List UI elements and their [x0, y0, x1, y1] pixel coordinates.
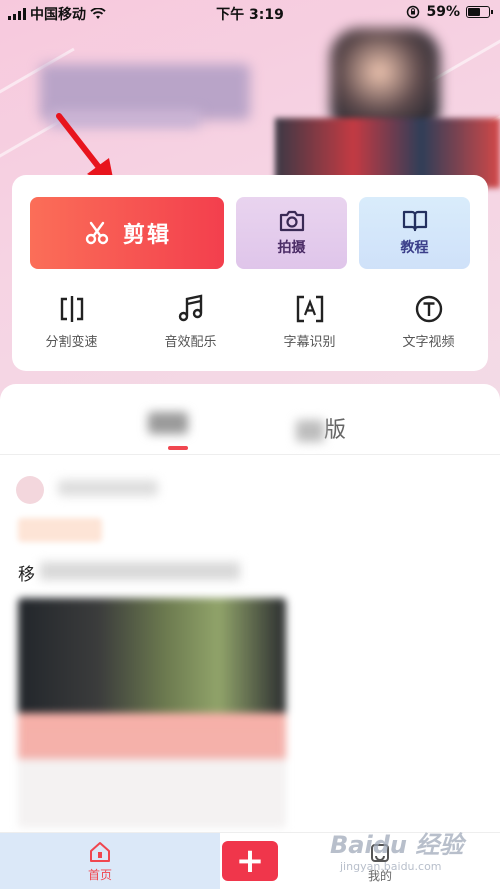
post-author-name-blurred[interactable] — [58, 480, 158, 496]
course-button[interactable]: 教程 — [359, 197, 470, 269]
tool-label: 字幕识别 — [283, 335, 336, 350]
tab-label-blurred — [148, 412, 188, 434]
battery-level — [468, 8, 480, 16]
tab-home-label: 首页 — [87, 868, 112, 882]
watermark-url: jingyan.baidu.com — [340, 860, 442, 873]
shoot-button[interactable]: 拍摄 — [236, 197, 347, 269]
home-icon — [90, 842, 110, 862]
watermark: Baidu 经验 jingyan.baidu.com — [330, 814, 480, 884]
shoot-button-label: 拍摄 — [277, 240, 306, 256]
tool-subtitle-recognize[interactable]: 字幕识别 — [250, 293, 369, 350]
tools-card: 剪辑 拍摄 教程 分割变速 音效配乐 字幕识别 文字视频 — [12, 175, 488, 371]
scissors-icon — [85, 221, 109, 245]
tool-text-video[interactable]: 文字视频 — [369, 293, 488, 350]
camera-icon — [279, 210, 304, 232]
status-bar: 中国移动 下午 3:19 59% — [0, 0, 500, 26]
tab-template[interactable]: 版 — [296, 412, 346, 444]
tool-label: 音效配乐 — [164, 335, 217, 350]
orientation-lock-icon — [407, 5, 420, 19]
status-right-group: 59% — [406, 4, 493, 20]
tool-label: 文字视频 — [402, 335, 455, 350]
subtitle-recognize-icon — [296, 295, 323, 323]
plus-icon: + — [235, 841, 265, 881]
course-button-label: 教程 — [400, 240, 429, 256]
tool-shortcut-row: 分割变速 音效配乐 字幕识别 文字视频 — [12, 293, 488, 350]
tab-label-blurred — [296, 420, 324, 442]
divider — [0, 454, 500, 455]
battery-percent: 59% — [426, 4, 460, 20]
active-tab-indicator — [168, 446, 188, 450]
post-cover-image[interactable] — [18, 598, 286, 828]
create-button[interactable]: + — [222, 841, 278, 881]
text-video-icon — [415, 295, 442, 323]
split-speed-icon — [60, 296, 83, 322]
tab-recommend-blurred[interactable] — [148, 412, 188, 440]
book-icon — [402, 210, 427, 232]
edit-button[interactable]: 剪辑 — [30, 197, 224, 269]
feed-panel: 版 移 — [0, 384, 500, 832]
watermark-brand: Baidu 经验 — [330, 831, 464, 859]
post-tag-badge — [18, 518, 102, 542]
music-note-icon — [178, 294, 202, 322]
post-author-avatar[interactable] — [16, 476, 44, 504]
edit-button-label: 剪辑 — [122, 223, 171, 248]
tab-template-label: 版 — [324, 418, 347, 443]
post-title[interactable]: 移 — [18, 560, 35, 585]
battery-icon — [466, 6, 493, 18]
tool-split-speed[interactable]: 分割变速 — [12, 293, 131, 350]
tool-sound-music[interactable]: 音效配乐 — [131, 293, 250, 350]
tab-home[interactable]: 首页 — [0, 833, 220, 889]
post-title-blurred — [40, 562, 240, 580]
tool-label: 分割变速 — [45, 335, 98, 350]
